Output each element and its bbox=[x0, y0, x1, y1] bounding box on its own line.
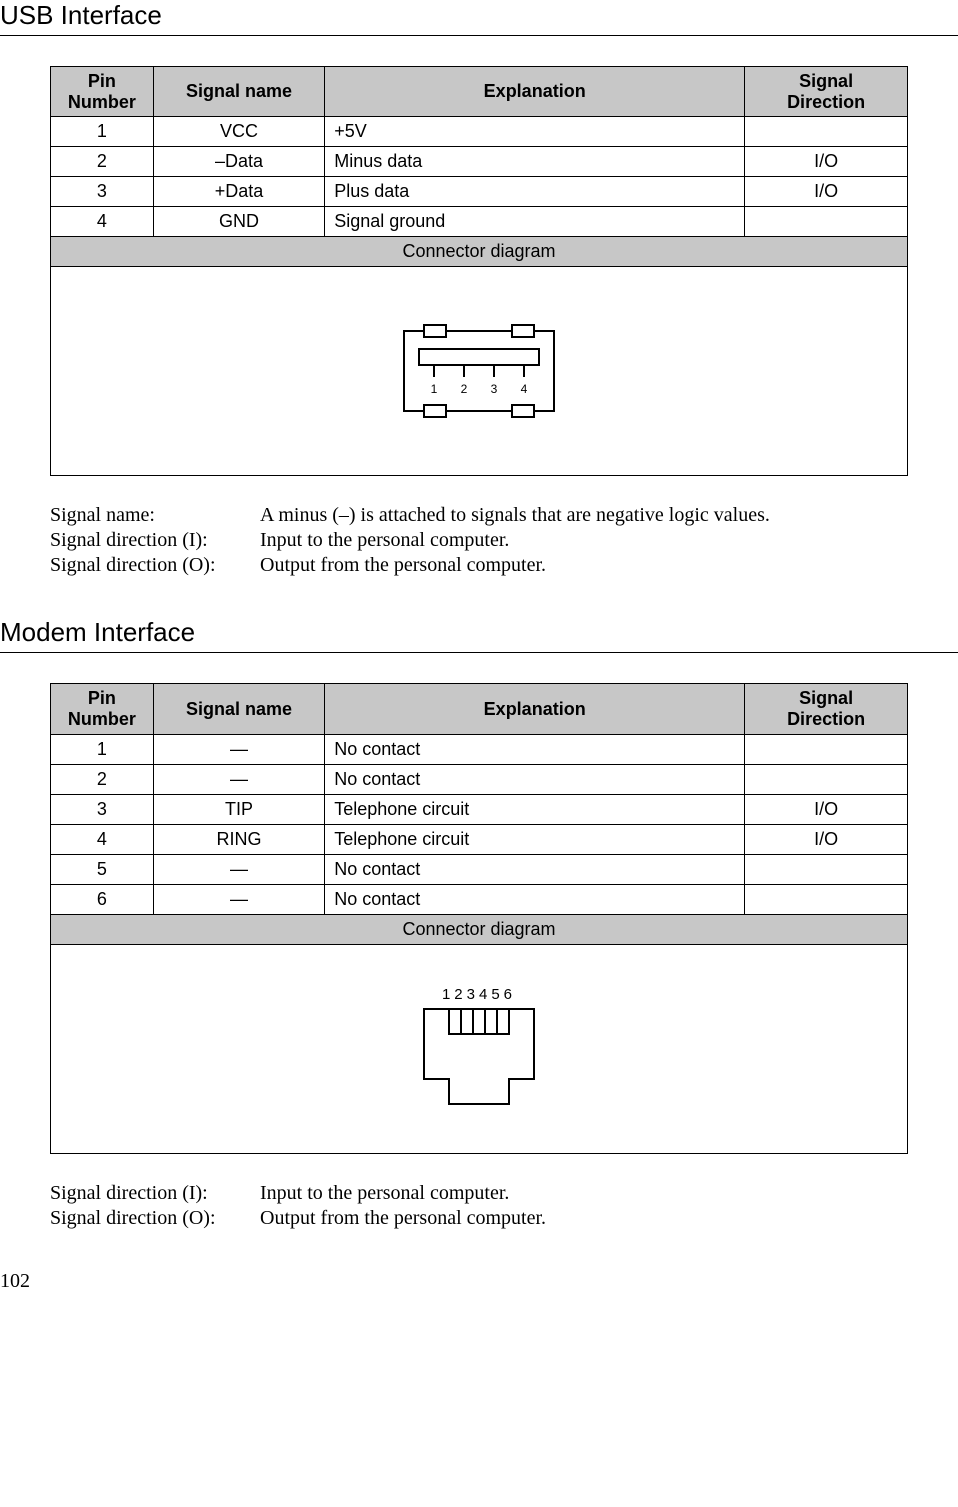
diagram-row: 1 2 3 4 bbox=[51, 267, 908, 476]
cell-explanation: Telephone circuit bbox=[325, 824, 745, 854]
usb-connector-icon: 1 2 3 4 bbox=[394, 321, 564, 421]
cell-direction bbox=[745, 764, 908, 794]
note-row: Signal direction (I): Input to the perso… bbox=[50, 529, 908, 552]
modem-notes: Signal direction (I): Input to the perso… bbox=[50, 1182, 908, 1230]
cell-direction: I/O bbox=[745, 794, 908, 824]
note-label: Signal direction (O): bbox=[50, 1207, 260, 1230]
cell-signal: TIP bbox=[153, 794, 324, 824]
cell-explanation: Signal ground bbox=[325, 207, 745, 237]
cell-direction bbox=[745, 207, 908, 237]
connector-label: Connector diagram bbox=[51, 237, 908, 267]
cell-signal: — bbox=[153, 854, 324, 884]
modem-section-title: Modem Interface bbox=[0, 617, 908, 648]
cell-pin: 1 bbox=[51, 117, 154, 147]
cell-pin: 4 bbox=[51, 207, 154, 237]
usb-section-title: USB Interface bbox=[0, 0, 908, 31]
connector-label-row: Connector diagram bbox=[51, 914, 908, 944]
note-row: Signal name: A minus (–) is attached to … bbox=[50, 504, 908, 527]
note-text: Output from the personal computer. bbox=[260, 1207, 546, 1230]
table-row: 3 +Data Plus data I/O bbox=[51, 177, 908, 207]
th-explanation: Explanation bbox=[325, 67, 745, 117]
cell-signal: — bbox=[153, 764, 324, 794]
cell-explanation: No contact bbox=[325, 854, 745, 884]
cell-pin: 5 bbox=[51, 854, 154, 884]
cell-signal: RING bbox=[153, 824, 324, 854]
connector-label: Connector diagram bbox=[51, 914, 908, 944]
cell-signal: VCC bbox=[153, 117, 324, 147]
cell-pin: 3 bbox=[51, 794, 154, 824]
th-pin: Pin Number bbox=[51, 67, 154, 117]
note-text: Output from the personal computer. bbox=[260, 554, 546, 577]
th-explanation: Explanation bbox=[325, 684, 745, 734]
page-number: 102 bbox=[0, 1270, 908, 1293]
th-direction: Signal Direction bbox=[745, 684, 908, 734]
rj11-connector-icon: 123456 bbox=[404, 984, 554, 1114]
table-row: 5 — No contact bbox=[51, 854, 908, 884]
title-rule bbox=[0, 652, 958, 653]
cell-explanation: Telephone circuit bbox=[325, 794, 745, 824]
svg-text:3: 3 bbox=[491, 382, 498, 396]
cell-signal: — bbox=[153, 734, 324, 764]
table-row: 2 –Data Minus data I/O bbox=[51, 147, 908, 177]
th-signal: Signal name bbox=[153, 684, 324, 734]
usb-notes: Signal name: A minus (–) is attached to … bbox=[50, 504, 908, 577]
table-row: 6 — No contact bbox=[51, 884, 908, 914]
svg-text:4: 4 bbox=[521, 382, 528, 396]
th-signal: Signal name bbox=[153, 67, 324, 117]
cell-direction: I/O bbox=[745, 147, 908, 177]
cell-direction bbox=[745, 734, 908, 764]
note-label: Signal direction (O): bbox=[50, 554, 260, 577]
note-label: Signal name: bbox=[50, 504, 260, 527]
cell-signal: — bbox=[153, 884, 324, 914]
cell-explanation: Minus data bbox=[325, 147, 745, 177]
note-text: A minus (–) is attached to signals that … bbox=[260, 504, 770, 527]
table-row: 2 — No contact bbox=[51, 764, 908, 794]
cell-signal: +Data bbox=[153, 177, 324, 207]
note-row: Signal direction (O): Output from the pe… bbox=[50, 554, 908, 577]
note-text: Input to the personal computer. bbox=[260, 529, 509, 552]
cell-signal: –Data bbox=[153, 147, 324, 177]
cell-pin: 6 bbox=[51, 884, 154, 914]
cell-pin: 4 bbox=[51, 824, 154, 854]
cell-direction bbox=[745, 117, 908, 147]
svg-text:2: 2 bbox=[461, 382, 468, 396]
cell-pin: 2 bbox=[51, 764, 154, 794]
cell-pin: 3 bbox=[51, 177, 154, 207]
table-row: 1 — No contact bbox=[51, 734, 908, 764]
cell-signal: GND bbox=[153, 207, 324, 237]
modem-pin-table: Pin Number Signal name Explanation Signa… bbox=[50, 683, 908, 1153]
note-label: Signal direction (I): bbox=[50, 1182, 260, 1205]
cell-explanation: +5V bbox=[325, 117, 745, 147]
cell-direction bbox=[745, 854, 908, 884]
cell-direction bbox=[745, 884, 908, 914]
note-text: Input to the personal computer. bbox=[260, 1182, 509, 1205]
cell-pin: 1 bbox=[51, 734, 154, 764]
cell-explanation: Plus data bbox=[325, 177, 745, 207]
table-row: 1 VCC +5V bbox=[51, 117, 908, 147]
cell-direction: I/O bbox=[745, 177, 908, 207]
svg-text:1: 1 bbox=[431, 382, 438, 396]
table-row: 4 GND Signal ground bbox=[51, 207, 908, 237]
connector-label-row: Connector diagram bbox=[51, 237, 908, 267]
cell-direction: I/O bbox=[745, 824, 908, 854]
table-row: 4 RING Telephone circuit I/O bbox=[51, 824, 908, 854]
svg-text:123456: 123456 bbox=[442, 986, 516, 1003]
usb-connector-diagram: 1 2 3 4 bbox=[51, 267, 908, 476]
note-row: Signal direction (O): Output from the pe… bbox=[50, 1207, 908, 1230]
cell-explanation: No contact bbox=[325, 884, 745, 914]
note-label: Signal direction (I): bbox=[50, 529, 260, 552]
note-row: Signal direction (I): Input to the perso… bbox=[50, 1182, 908, 1205]
modem-connector-diagram: 123456 bbox=[51, 944, 908, 1153]
title-rule bbox=[0, 35, 958, 36]
cell-explanation: No contact bbox=[325, 734, 745, 764]
cell-pin: 2 bbox=[51, 147, 154, 177]
table-row: 3 TIP Telephone circuit I/O bbox=[51, 794, 908, 824]
diagram-row: 123456 bbox=[51, 944, 908, 1153]
th-pin: Pin Number bbox=[51, 684, 154, 734]
th-direction: Signal Direction bbox=[745, 67, 908, 117]
cell-explanation: No contact bbox=[325, 764, 745, 794]
usb-pin-table: Pin Number Signal name Explanation Signa… bbox=[50, 66, 908, 476]
